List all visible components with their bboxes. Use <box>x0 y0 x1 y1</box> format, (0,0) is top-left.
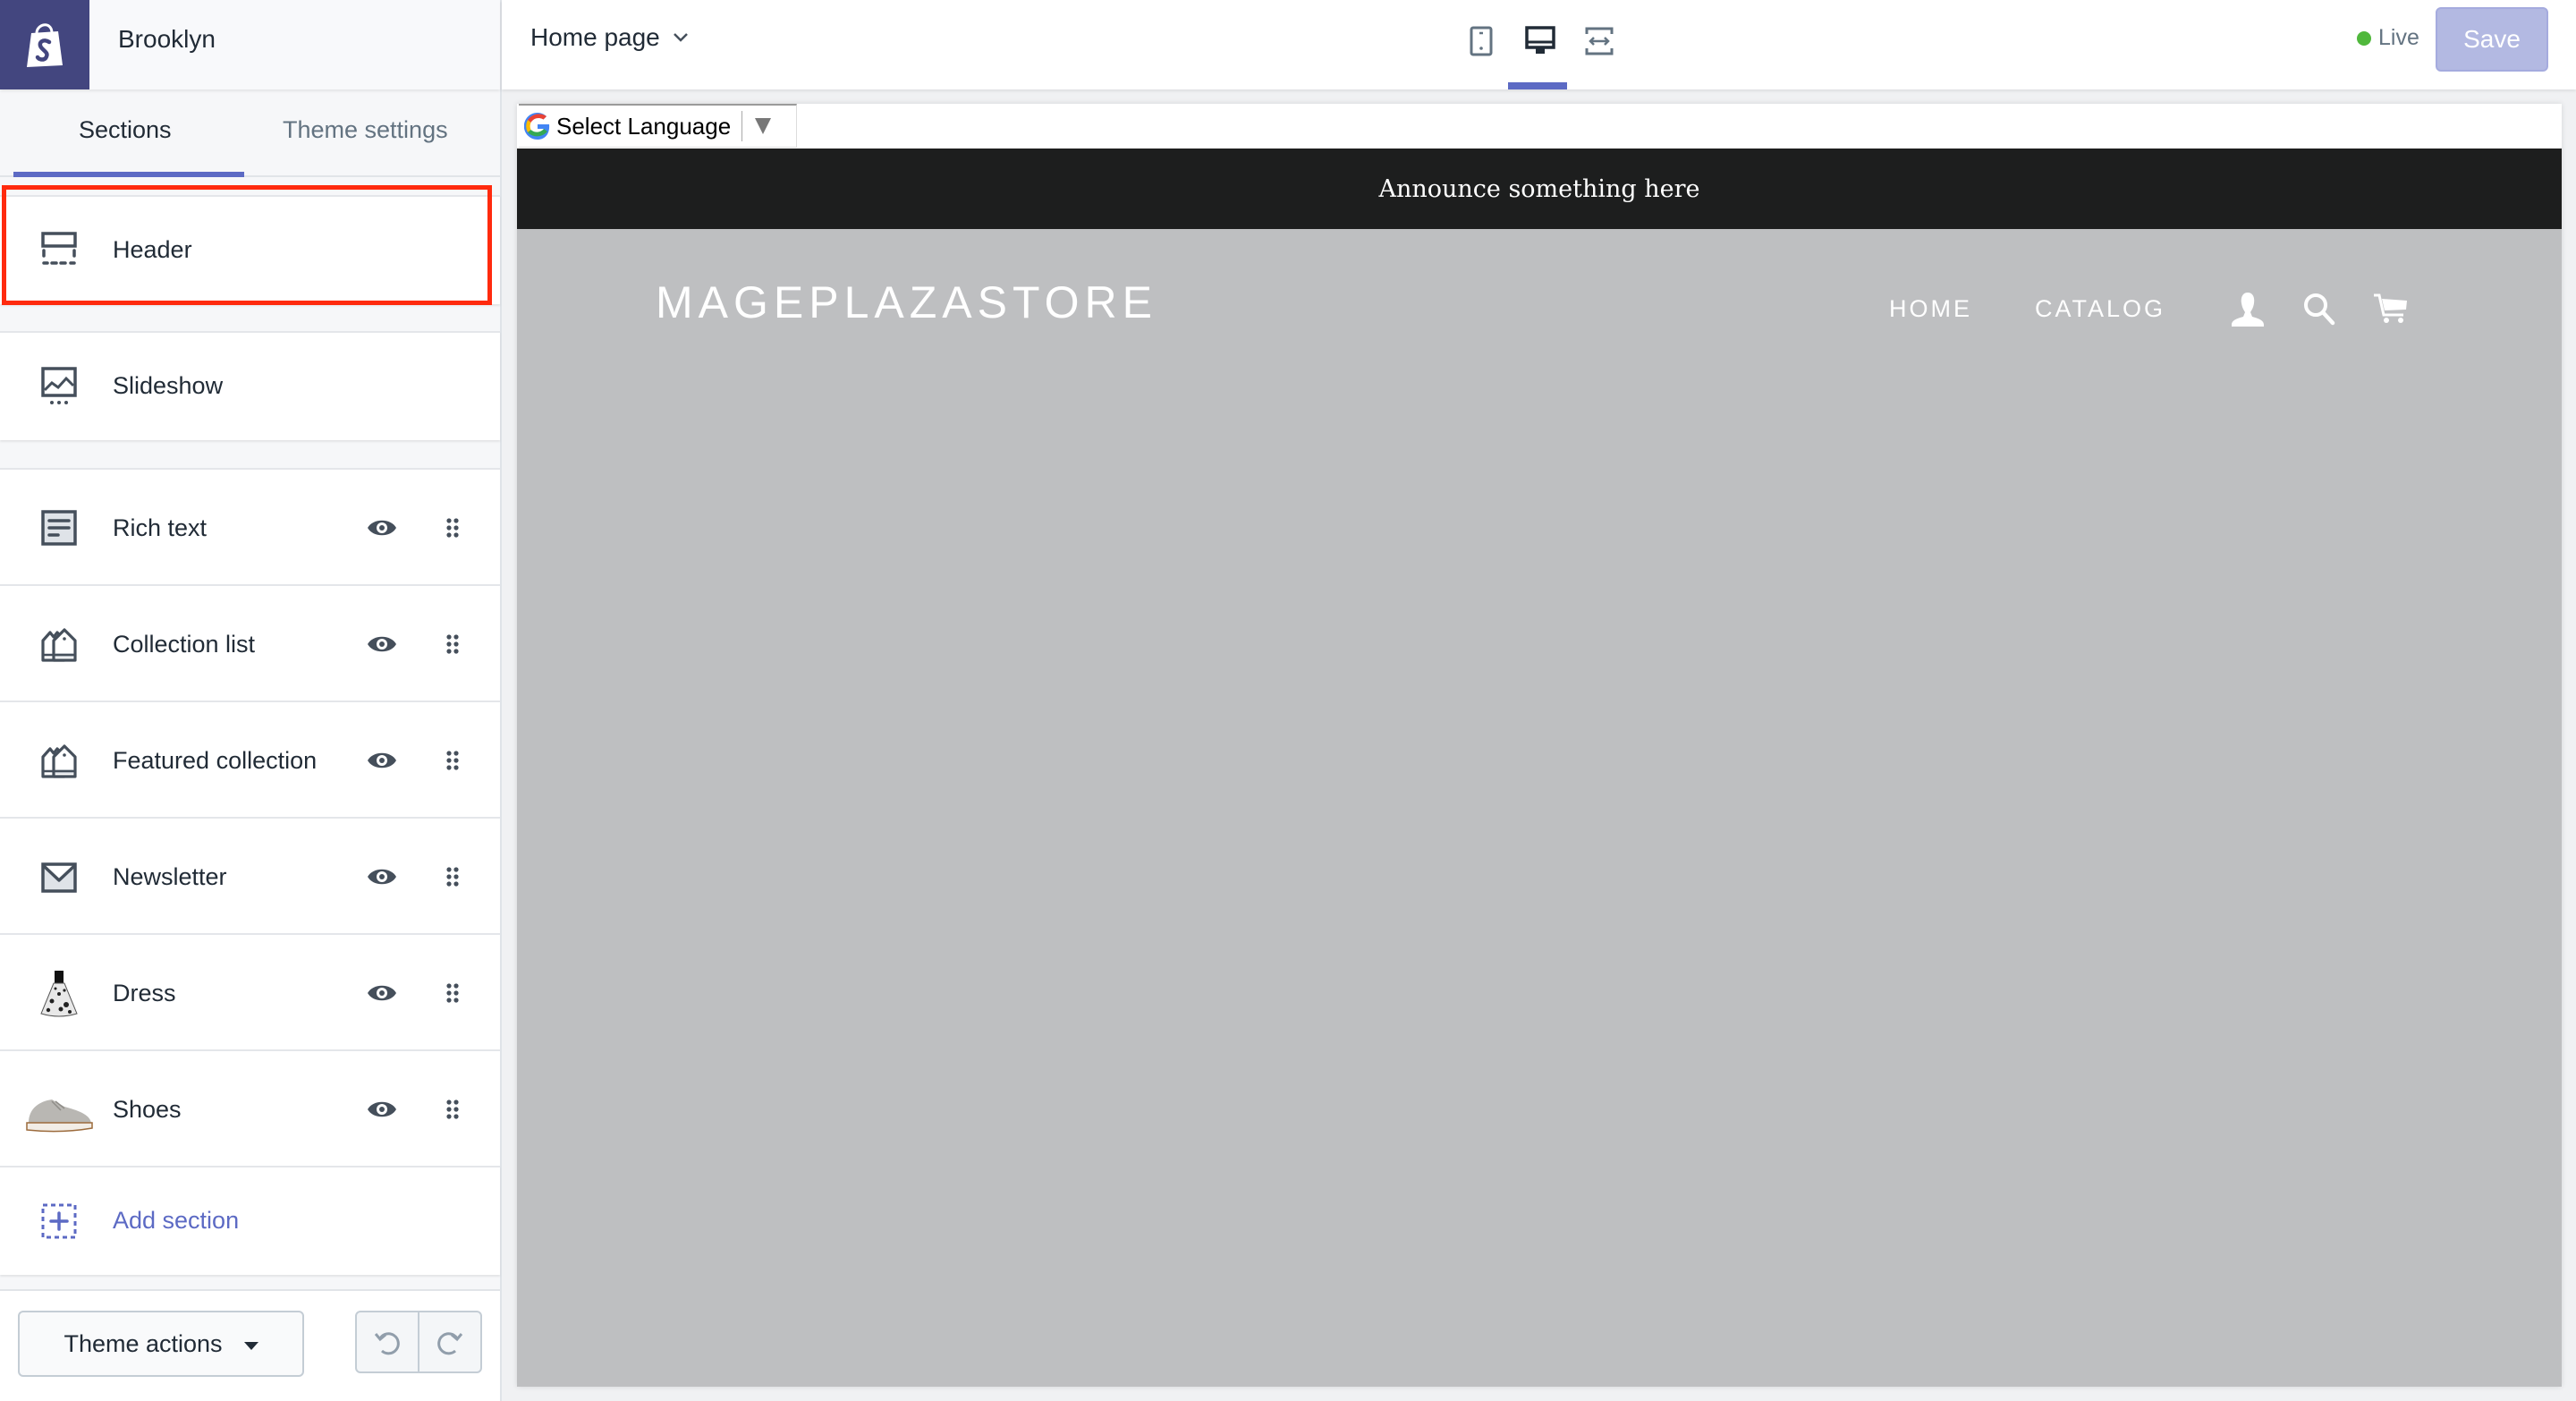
visibility-eye-icon[interactable] <box>367 517 397 539</box>
mobile-icon <box>1470 26 1493 56</box>
drag-handle-icon[interactable] <box>445 1099 460 1120</box>
slideshow-icon <box>41 367 77 404</box>
add-section-icon <box>41 1203 77 1239</box>
page-selector-label: Home page <box>530 23 660 51</box>
section-item-collection-list[interactable]: Collection list <box>0 584 500 700</box>
shoes-thumbnail <box>26 1100 93 1133</box>
account-icon[interactable] <box>2228 289 2267 328</box>
top-bar: Home page Live Save <box>502 0 2576 89</box>
theme-actions-label: Theme actions <box>64 1329 223 1357</box>
language-selector[interactable]: Select Language <box>519 104 797 148</box>
tab-theme-settings[interactable]: Theme settings <box>283 116 448 144</box>
announcement-text: Announce something here <box>1378 174 1700 203</box>
google-g-icon <box>524 113 550 140</box>
store-name: Brooklyn <box>118 25 216 53</box>
section-label: Featured collection <box>113 747 318 774</box>
store-preview: Select Language Announce something here … <box>517 104 2562 1387</box>
section-item-featured-collection[interactable]: Featured collection <box>0 700 500 817</box>
section-label: Rich text <box>113 514 208 541</box>
caret-down-icon <box>243 1341 258 1350</box>
drag-handle-icon[interactable] <box>445 750 460 771</box>
fullscreen-view-button[interactable] <box>1583 23 1615 59</box>
nav-link-catalog[interactable]: CATALOG <box>2035 295 2165 323</box>
shopify-logo-icon[interactable] <box>0 0 89 89</box>
drag-handle-icon[interactable] <box>445 866 460 887</box>
section-label: Shoes <box>113 1096 182 1123</box>
section-label: Newsletter <box>113 863 227 890</box>
save-button[interactable]: Save <box>2436 7 2548 72</box>
redo-button[interactable] <box>419 1312 480 1371</box>
visibility-eye-icon[interactable] <box>367 982 397 1004</box>
add-section-button[interactable]: Add section <box>0 1166 500 1275</box>
dropdown-arrow-icon <box>755 118 772 134</box>
section-label: Header <box>113 236 192 263</box>
drag-handle-icon[interactable] <box>445 982 460 1004</box>
desktop-view-button[interactable] <box>1524 23 1556 59</box>
theme-actions-button[interactable]: Theme actions <box>18 1311 304 1377</box>
active-tab-indicator <box>13 172 244 177</box>
undo-button[interactable] <box>357 1312 419 1371</box>
translate-bar: Select Language <box>517 104 2562 149</box>
header-layout-icon <box>41 232 77 265</box>
visibility-eye-icon[interactable] <box>367 750 397 771</box>
collection-icon <box>41 628 77 662</box>
visibility-eye-icon[interactable] <box>367 1099 397 1120</box>
section-item-dress[interactable]: Dress <box>0 933 500 1049</box>
mobile-view-button[interactable] <box>1465 23 1497 59</box>
live-status-dot <box>2357 30 2371 46</box>
section-label: Slideshow <box>113 372 224 399</box>
redo-icon <box>437 1332 463 1355</box>
sidebar-footer: Theme actions <box>0 1289 500 1401</box>
section-item-header[interactable]: Header <box>0 195 500 304</box>
divider <box>741 111 743 141</box>
section-label: Dress <box>113 980 176 1006</box>
desktop-icon <box>1525 26 1555 54</box>
page-selector-dropdown[interactable]: Home page <box>530 23 689 52</box>
collection-icon <box>41 744 77 778</box>
undo-redo-group <box>355 1311 482 1373</box>
visibility-eye-icon[interactable] <box>367 866 397 887</box>
dress-thumbnail <box>40 971 78 1017</box>
announcement-bar[interactable]: Announce something here <box>517 149 2562 229</box>
add-section-label: Add section <box>113 1207 240 1234</box>
store-nav: HOME CATALOG <box>1889 289 2443 328</box>
sidebar-tabs: Sections Theme settings <box>0 89 500 177</box>
envelope-icon <box>41 862 77 893</box>
nav-link-home[interactable]: HOME <box>1889 295 1972 323</box>
chevron-down-icon <box>673 33 688 42</box>
live-status-label: Live <box>2378 25 2419 50</box>
brand-bar: Brooklyn <box>0 0 500 89</box>
section-item-shoes[interactable]: Shoes <box>0 1049 500 1166</box>
cart-icon[interactable] <box>2371 289 2411 328</box>
drag-handle-icon[interactable] <box>445 517 460 539</box>
theme-editor: Brooklyn Sections Theme settings Header … <box>0 0 2576 1401</box>
active-device-indicator <box>1508 82 1567 89</box>
device-toggle <box>1465 23 1615 59</box>
tab-sections[interactable]: Sections <box>79 116 172 144</box>
language-selector-label: Select Language <box>556 112 732 140</box>
section-item-rich-text[interactable]: Rich text <box>0 468 500 584</box>
visibility-eye-icon[interactable] <box>367 633 397 655</box>
search-icon[interactable] <box>2300 289 2339 328</box>
fullscreen-icon <box>1585 27 1614 55</box>
drag-handle-icon[interactable] <box>445 633 460 655</box>
section-label: Collection list <box>113 631 256 658</box>
undo-icon <box>374 1332 400 1355</box>
live-status: Live <box>2357 25 2419 51</box>
section-item-newsletter[interactable]: Newsletter <box>0 817 500 933</box>
sidebar: Brooklyn Sections Theme settings Header … <box>0 0 502 1401</box>
rich-text-icon <box>41 510 77 546</box>
section-item-slideshow[interactable]: Slideshow <box>0 331 500 440</box>
store-logo[interactable]: MAGEPLAZASTORE <box>656 276 1157 328</box>
